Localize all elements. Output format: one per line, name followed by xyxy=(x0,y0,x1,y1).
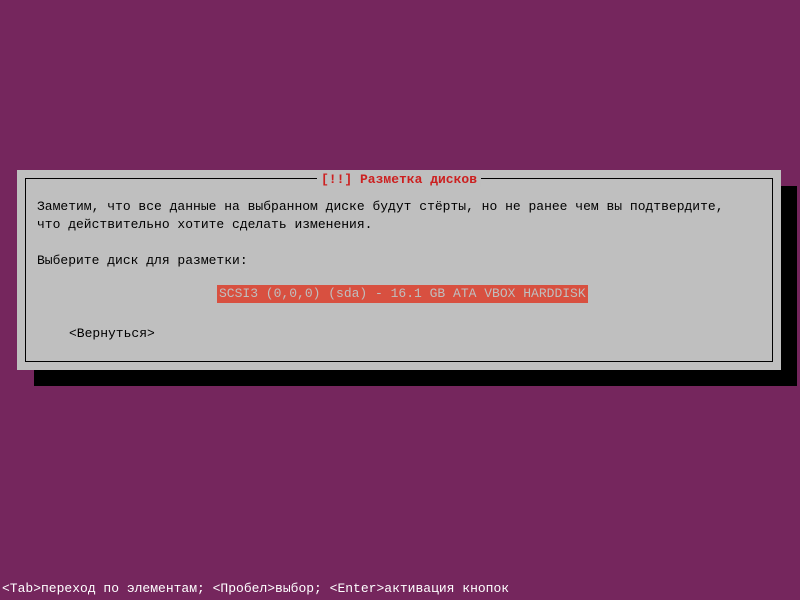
dialog-prompt: Выберите диск для разметки: xyxy=(37,252,761,270)
partition-dialog: [!!] Разметка дисков Заметим, что все да… xyxy=(17,170,781,370)
dialog-body-text: Заметим, что все данные на выбранном дис… xyxy=(37,198,761,234)
dialog-title: [!!] Разметка дисков xyxy=(317,172,481,187)
footer-hint: <Tab>переход по элементам; <Пробел>выбор… xyxy=(2,581,509,596)
disk-option[interactable]: SCSI3 (0,0,0) (sda) - 16.1 GB ATA VBOX H… xyxy=(217,285,588,303)
back-button[interactable]: <Вернуться> xyxy=(69,325,155,343)
